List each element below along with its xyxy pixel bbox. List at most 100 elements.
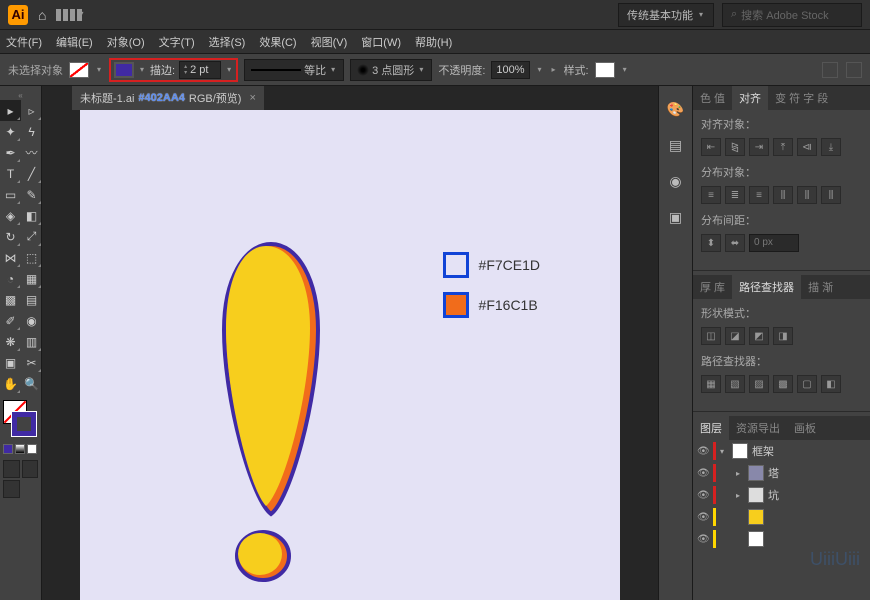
divide-icon[interactable]: ▦ bbox=[701, 375, 721, 393]
libraries-panel-icon[interactable]: ▣ bbox=[665, 206, 687, 228]
perspective-tool[interactable]: ▦ bbox=[21, 268, 42, 289]
search-input[interactable]: ⌕ 搜索 Adobe Stock bbox=[722, 3, 862, 27]
trim-icon[interactable]: ▧ bbox=[725, 375, 745, 393]
brush-dropdown[interactable]: 3 点圆形 ▾ bbox=[350, 59, 432, 81]
chevron-right-icon[interactable]: ▸ bbox=[550, 65, 558, 74]
visibility-icon[interactable]: 👁 bbox=[697, 468, 709, 479]
intersect-icon[interactable]: ◩ bbox=[749, 327, 769, 345]
expand-arrow-icon[interactable]: ▸ bbox=[736, 469, 744, 478]
spacing-input[interactable]: 0 px bbox=[749, 234, 799, 252]
spinner-icon[interactable]: ▴▾ bbox=[184, 64, 187, 76]
chevron-down-icon[interactable]: ▾ bbox=[138, 65, 146, 74]
magic-wand-tool[interactable]: ✦ bbox=[0, 121, 21, 142]
menu-effect[interactable]: 效果(C) bbox=[259, 34, 296, 50]
menu-edit[interactable]: 编辑(E) bbox=[56, 34, 93, 50]
tab-pathfinder[interactable]: 路径查找器 bbox=[732, 275, 801, 299]
zoom-tool[interactable]: 🔍 bbox=[21, 373, 42, 394]
unite-icon[interactable]: ◫ bbox=[701, 327, 721, 345]
gradient-tool[interactable]: ▤ bbox=[21, 289, 42, 310]
dist-vspace-icon[interactable]: ⬍ bbox=[701, 234, 721, 252]
selection-tool[interactable]: ▸ bbox=[0, 100, 21, 121]
appearance-panel-icon[interactable]: ◉ bbox=[665, 170, 687, 192]
properties-panel-icon[interactable]: ▤ bbox=[665, 134, 687, 156]
tab-stroke-gradient[interactable]: 描 渐 bbox=[801, 275, 840, 299]
exclude-icon[interactable]: ◨ bbox=[773, 327, 793, 345]
doc-setup-icon[interactable] bbox=[822, 62, 838, 78]
tab-layers[interactable]: 图层 bbox=[693, 416, 729, 440]
free-transform-tool[interactable]: ⬚ bbox=[21, 247, 42, 268]
preferences-icon[interactable] bbox=[846, 62, 862, 78]
close-icon[interactable]: × bbox=[249, 92, 255, 104]
symbol-sprayer-tool[interactable]: ❋ bbox=[0, 331, 21, 352]
dist-left-icon[interactable]: ⫼ bbox=[773, 186, 793, 204]
visibility-icon[interactable]: 👁 bbox=[697, 446, 709, 457]
lasso-tool[interactable]: ϟ bbox=[21, 121, 42, 142]
layer-name[interactable]: 坑 bbox=[768, 487, 779, 503]
minus-back-icon[interactable]: ◧ bbox=[821, 375, 841, 393]
dist-hspace-icon[interactable]: ⬌ bbox=[725, 234, 745, 252]
dist-right-icon[interactable]: ⫼ bbox=[821, 186, 841, 204]
menu-select[interactable]: 选择(S) bbox=[209, 34, 246, 50]
shape-builder-tool[interactable]: ◔ bbox=[0, 268, 21, 289]
align-left-icon[interactable]: ⇤ bbox=[701, 138, 721, 156]
tab-transform[interactable]: 变 符 字 段 bbox=[768, 86, 835, 110]
fill-swatch[interactable] bbox=[69, 62, 89, 78]
menu-type[interactable]: 文字(T) bbox=[159, 34, 195, 50]
eraser-tool[interactable]: ◧ bbox=[21, 205, 42, 226]
tab-library[interactable]: 厚 库 bbox=[693, 275, 732, 299]
align-hcenter-icon[interactable]: ⧎ bbox=[725, 138, 745, 156]
tab-align[interactable]: 对齐 bbox=[732, 86, 768, 110]
align-right-icon[interactable]: ⇥ bbox=[749, 138, 769, 156]
document-tab[interactable]: 未标题-1.ai #402AA4 RGB/预览) × bbox=[72, 86, 264, 110]
scale-tool[interactable]: ⤢ bbox=[21, 226, 42, 247]
color-mode-icon[interactable] bbox=[3, 444, 13, 454]
align-top-icon[interactable]: ⤒ bbox=[773, 138, 793, 156]
expand-arrow-icon[interactable]: ▾ bbox=[720, 447, 728, 456]
menu-window[interactable]: 窗口(W) bbox=[361, 34, 401, 50]
eyedropper-tool[interactable]: ✐ bbox=[0, 310, 21, 331]
rotate-tool[interactable]: ↻ bbox=[0, 226, 21, 247]
chevron-down-icon[interactable]: ▾ bbox=[95, 65, 103, 74]
type-tool[interactable]: T bbox=[0, 163, 21, 184]
menu-help[interactable]: 帮助(H) bbox=[415, 34, 452, 50]
align-bottom-icon[interactable]: ⤓ bbox=[821, 138, 841, 156]
layer-name[interactable]: 框架 bbox=[752, 443, 774, 459]
menu-view[interactable]: 视图(V) bbox=[311, 34, 348, 50]
shaper-tool[interactable]: ◈ bbox=[0, 205, 21, 226]
slice-tool[interactable]: ✂ bbox=[21, 352, 42, 373]
screen-mode-icon[interactable] bbox=[3, 480, 20, 498]
tab-color[interactable]: 色 值 bbox=[693, 86, 732, 110]
workspace-switcher[interactable]: 传统基本功能 ▾ bbox=[618, 3, 714, 27]
mesh-tool[interactable]: ▩ bbox=[0, 289, 21, 310]
visibility-icon[interactable]: 👁 bbox=[697, 490, 709, 501]
blend-tool[interactable]: ◉ bbox=[21, 310, 42, 331]
chevron-down-icon[interactable]: ▾ bbox=[536, 65, 544, 74]
dist-hcenter-icon[interactable]: ⫼ bbox=[797, 186, 817, 204]
layer-row[interactable]: 👁 ▸ 塔 bbox=[693, 462, 870, 484]
layer-row[interactable]: 👁 ▾ 框架 bbox=[693, 440, 870, 462]
expand-toolbar[interactable]: « bbox=[0, 90, 41, 100]
line-tool[interactable]: ╱ bbox=[21, 163, 42, 184]
stroke-weight-input[interactable]: ▴▾ 2 pt bbox=[179, 61, 221, 79]
arrange-documents-icon[interactable]: ▾ bbox=[56, 6, 86, 24]
stroke-profile-dropdown[interactable]: 等比 ▾ bbox=[244, 59, 344, 81]
stroke-swatch[interactable] bbox=[114, 62, 134, 78]
outline-icon[interactable]: ▢ bbox=[797, 375, 817, 393]
artboard-tool[interactable]: ▣ bbox=[0, 352, 21, 373]
visibility-icon[interactable]: 👁 bbox=[697, 534, 709, 545]
none-mode-icon[interactable] bbox=[27, 444, 37, 454]
chevron-down-icon[interactable]: ▾ bbox=[225, 65, 233, 74]
paintbrush-tool[interactable]: ✎ bbox=[21, 184, 42, 205]
gradient-mode-icon[interactable] bbox=[15, 444, 25, 454]
expand-arrow-icon[interactable]: ▸ bbox=[736, 491, 744, 500]
width-tool[interactable]: ⋈ bbox=[0, 247, 21, 268]
home-icon[interactable]: ⌂ bbox=[38, 7, 46, 23]
dist-bottom-icon[interactable]: ≡ bbox=[749, 186, 769, 204]
merge-icon[interactable]: ▨ bbox=[749, 375, 769, 393]
pen-tool[interactable]: ✒ bbox=[0, 142, 21, 163]
menu-object[interactable]: 对象(O) bbox=[107, 34, 145, 50]
chevron-down-icon[interactable]: ▾ bbox=[621, 65, 629, 74]
opacity-input[interactable]: 100% bbox=[491, 61, 529, 79]
visibility-icon[interactable]: 👁 bbox=[697, 512, 709, 523]
stroke-indicator[interactable] bbox=[12, 412, 36, 436]
